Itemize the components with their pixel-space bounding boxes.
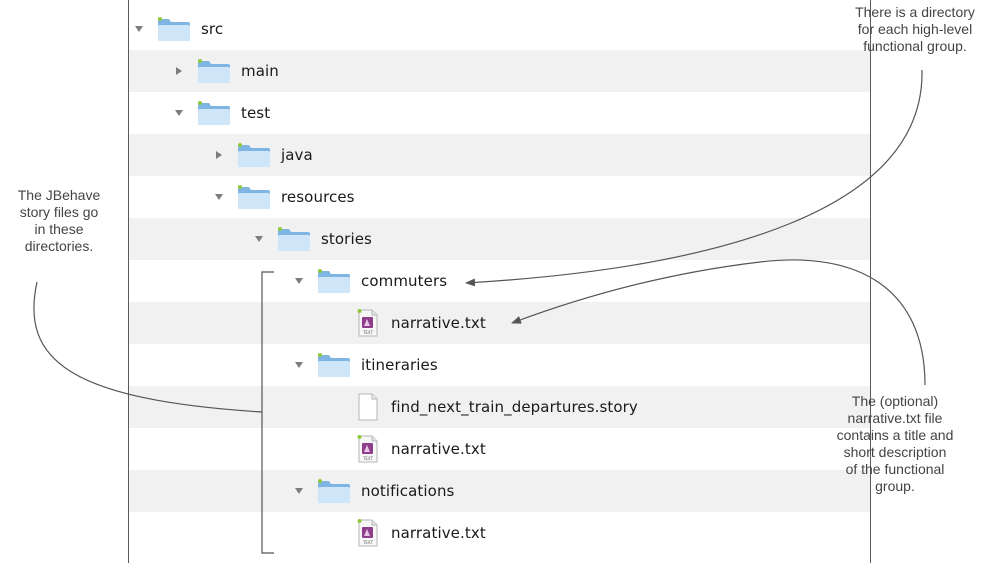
functional-group-arrow <box>465 69 923 287</box>
annotation-overlay <box>33 69 926 554</box>
story-dirs-connector <box>33 281 263 413</box>
story-dirs-bracket <box>261 271 274 554</box>
narrative-arrow <box>511 259 926 386</box>
